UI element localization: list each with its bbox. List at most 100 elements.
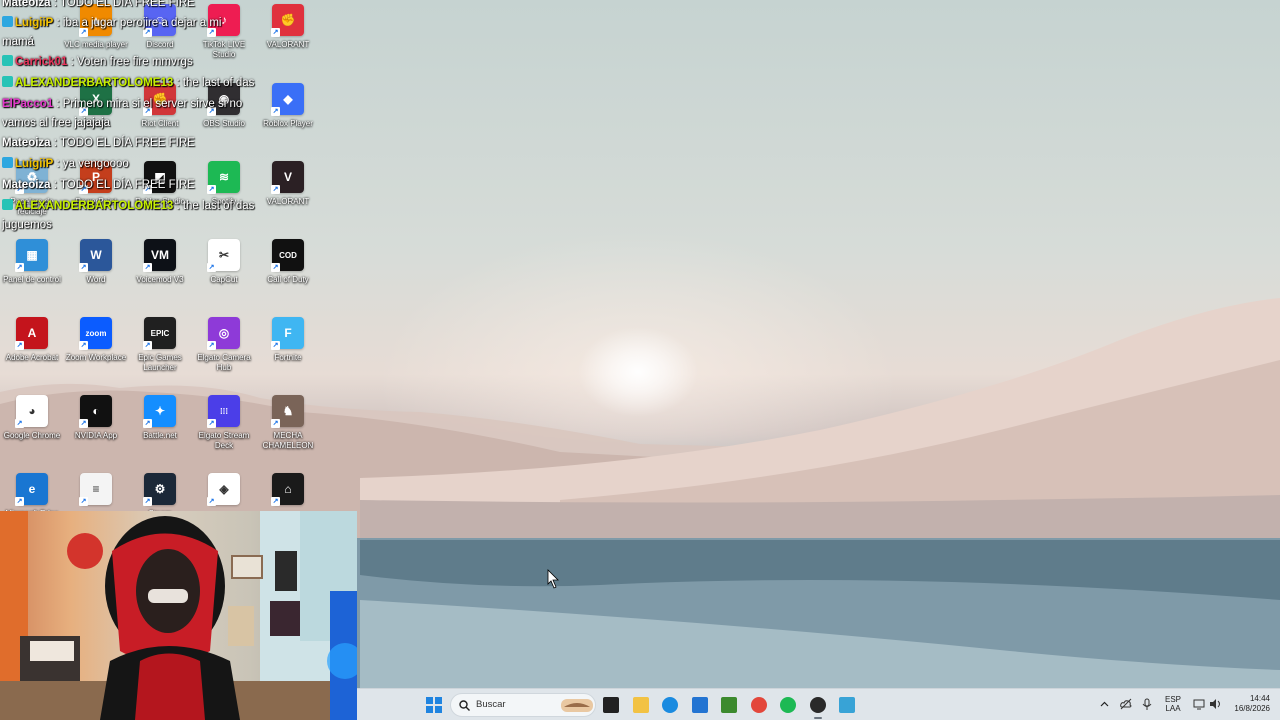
spotify-icon <box>780 697 796 713</box>
chat-text: juguemos <box>2 219 52 231</box>
shortcut-arrow-icon: ↗ <box>271 185 280 194</box>
taskbar-app-obs[interactable] <box>808 695 828 719</box>
fortnite-icon: F ↗ <box>271 317 304 350</box>
desktop-icon-label: OBS Studio <box>203 119 245 128</box>
chat-username: ALEXANDERBARTOLOME13 <box>15 200 174 212</box>
desktop-icon-fortnite[interactable]: F ↗ Fortnite <box>256 317 320 363</box>
desktop-icon-chrome[interactable]: ◕ ↗ Google Chrome <box>0 395 64 441</box>
desktop-icon-label: Zoom Workplace <box>65 353 127 362</box>
taskbar-app-chrome[interactable] <box>749 695 769 715</box>
desktop-icon-roblox-player[interactable]: ◆ ↗ Roblox Player <box>256 83 320 129</box>
windows-icon <box>426 697 442 713</box>
chat-text: : TODO EL DÍA FREE FIRE <box>50 137 195 149</box>
desktop-icon-valorant2[interactable]: V ↗ VALORANT <box>256 161 320 207</box>
desktop-icon-mecha[interactable]: ♞ ↗ MECHA CHAMELEON <box>256 395 320 451</box>
taskbar-search[interactable]: Buscar <box>450 693 596 717</box>
shortcut-arrow-icon: ↗ <box>207 497 216 506</box>
desktop-icon-streamdeck[interactable]: ⁞⁞⁞ ↗ Elgato Stream Deck <box>192 395 256 451</box>
network-icon[interactable] <box>1193 698 1205 710</box>
clock[interactable]: 14:44 16/8/2026 <box>1230 694 1270 714</box>
chat-text: : TODO EL DÍA FREE FIRE <box>50 179 195 191</box>
desktop-icon-label: VALORANT <box>266 197 310 206</box>
desktop-icon-battlenet[interactable]: ✦ ↗ Battle.net <box>128 395 192 441</box>
language-indicator[interactable]: ESP LAA <box>1165 695 1181 713</box>
desktop-icon-acrobat[interactable]: A ↗ Adobe Acrobat <box>0 317 64 363</box>
chat-username: ALEXANDERBARTOLOME13 <box>15 77 174 89</box>
shortcut-arrow-icon: ↗ <box>271 497 280 506</box>
desktop-icon-panel[interactable]: ▦ ↗ Panel de control <box>0 239 64 285</box>
edge-icon <box>662 697 678 713</box>
shortcut-arrow-icon: ↗ <box>271 419 280 428</box>
start-button[interactable] <box>424 695 444 715</box>
desktop-icon-label: TikTok LIVE Studio <box>202 40 246 59</box>
battlenet-icon: ✦ ↗ <box>143 395 176 428</box>
chat-username: Carrick01 <box>15 56 68 68</box>
desktop-icon-elgato-hub[interactable]: ◎ ↗ Elgato Camera Hub <box>192 317 256 373</box>
chat-username: Mateoiza <box>2 137 51 149</box>
chat-message: Carrick01 : Voten free fire mmvrgs <box>2 53 193 72</box>
webcam-overlay <box>0 511 357 720</box>
chrome-icon: ◕ ↗ <box>15 395 48 428</box>
taskbar: Buscar ESP LAA 14:44 16/8/2026 <box>357 688 1280 720</box>
chat-text: : the last of das <box>173 200 255 212</box>
language-code: ESP <box>1165 695 1182 704</box>
chat-badge-icon <box>2 55 13 66</box>
task-view-icon <box>603 697 619 713</box>
desktop-icon-label: MECHA CHAMELEON <box>262 431 314 450</box>
shortcut-arrow-icon: ↗ <box>79 341 88 350</box>
folder-icon <box>633 697 649 713</box>
desktop-icon-label: Battle.net <box>143 431 177 440</box>
desktop-icon-valorant1[interactable]: ✊ ↗ VALORANT <box>256 4 320 50</box>
chat-text: mamá <box>2 36 34 48</box>
file-icon: ≡ ↗ <box>79 473 112 506</box>
microphone-icon[interactable] <box>1142 698 1152 711</box>
store-icon <box>692 697 708 713</box>
volume-icon[interactable] <box>1209 698 1222 710</box>
desktop-icon-cod[interactable]: COD ↗ Call of Duty <box>256 239 320 285</box>
taskbar-app-notepad[interactable] <box>837 695 857 715</box>
chat-message: Mateoiza : TODO EL DÍA FREE FIRE <box>2 0 195 13</box>
chat-text: : Primero mira si el server sirve si no <box>53 98 243 110</box>
clock-time: 14:44 <box>1249 694 1270 703</box>
taskbar-app-store[interactable] <box>690 695 710 715</box>
shortcut-arrow-icon: ↗ <box>271 107 280 116</box>
chat-username: LuigiiP <box>15 158 54 170</box>
shortcut-arrow-icon: ↗ <box>271 263 280 272</box>
mecha-icon: ♞ ↗ <box>271 395 304 428</box>
shortcut-arrow-icon: ↗ <box>143 419 152 428</box>
chat-badge-icon <box>2 16 13 27</box>
desktop-icon-file[interactable]: ≡ ↗ <box>64 473 128 509</box>
desktop-icon-label: Google Chrome <box>3 431 61 440</box>
taskbar-app-taskview[interactable] <box>601 695 621 715</box>
desktop-icon-label: Panel de control <box>3 275 61 284</box>
desktop-icon-label: Roblox Player <box>263 119 313 128</box>
desktop-icon-voicemod[interactable]: VM ↗ Voicemod V3 <box>128 239 192 285</box>
shortcut-arrow-icon: ↗ <box>143 497 152 506</box>
chevron-up-icon[interactable] <box>1100 700 1109 709</box>
taskbar-app-spotify[interactable] <box>778 695 798 715</box>
desktop-icon-app-dark[interactable]: ⌂ ↗ <box>256 473 320 509</box>
shortcut-arrow-icon: ↗ <box>79 419 88 428</box>
desktop-icon-label: VLC media player <box>64 40 128 49</box>
chat-badge-icon <box>2 76 13 87</box>
taskbar-app-explorer[interactable] <box>631 695 651 715</box>
shortcut-arrow-icon: ↗ <box>271 341 280 350</box>
edge-icon: e ↗ <box>15 473 48 506</box>
chat-message: LuigiiP : ya vengoooo <box>2 155 129 174</box>
desktop-icon-zoom[interactable]: zoom ↗ Zoom Workplace <box>64 317 128 363</box>
desktop-icon-label: Discord <box>146 40 174 49</box>
taskbar-app-minecraft[interactable] <box>719 695 739 715</box>
taskbar-app-edge[interactable] <box>660 695 680 715</box>
chat-username: ElPacco1 <box>2 98 54 110</box>
desktop-icon-capcut[interactable]: ✂ ↗ CapCut <box>192 239 256 285</box>
desktop-icon-label: Riot Client <box>141 119 179 128</box>
desktop-icon-nvidia[interactable]: ◐ ↗ NVIDIA App <box>64 395 128 441</box>
desktop-icon-app-blue[interactable]: ◈ ↗ <box>192 473 256 509</box>
desktop-icon-epic[interactable]: EPIC ↗ Epic Games Launcher <box>128 317 192 373</box>
capcut-icon: ✂ ↗ <box>207 239 240 272</box>
desktop-icon-label: NVIDIA App <box>74 431 118 440</box>
streamdeck-icon: ⁞⁞⁞ ↗ <box>207 395 240 428</box>
chat-message: Mateoiza : TODO EL DÍA FREE FIRE <box>2 134 195 153</box>
onedrive-icon[interactable] <box>1120 698 1132 710</box>
desktop-icon-word[interactable]: W ↗ Word <box>64 239 128 285</box>
